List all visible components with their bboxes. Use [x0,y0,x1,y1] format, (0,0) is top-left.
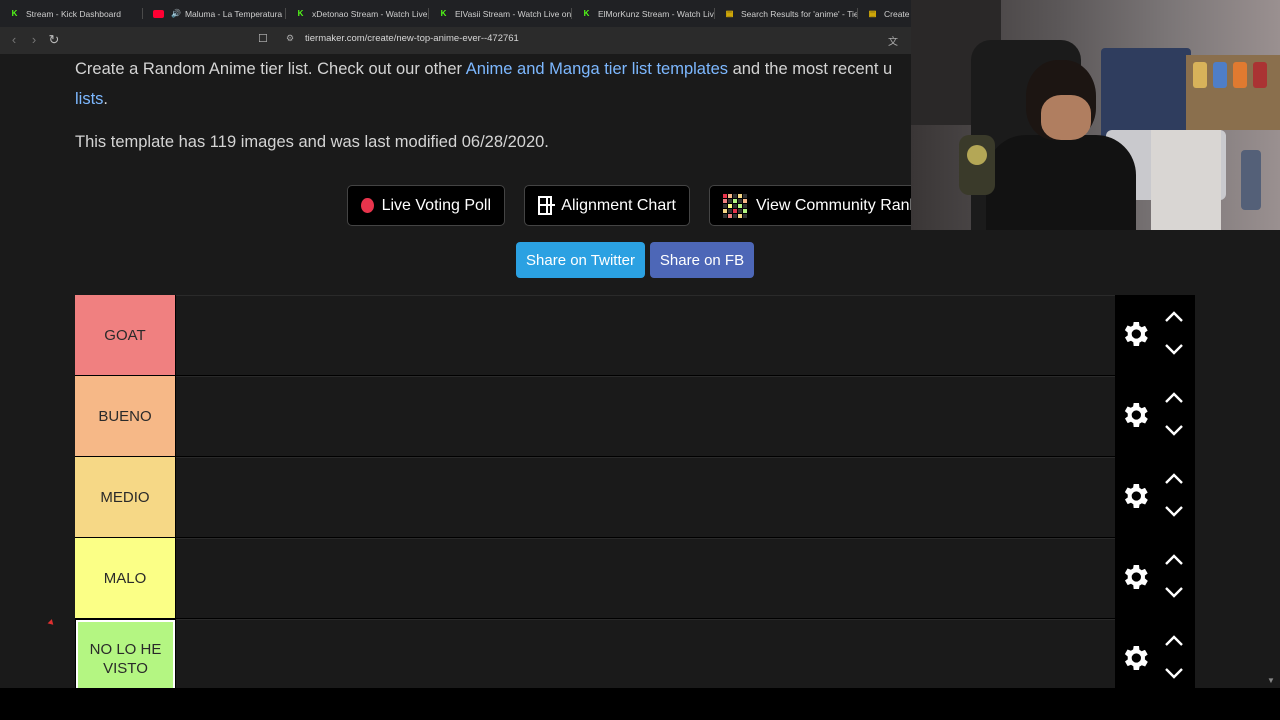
taskbar [0,688,1280,720]
tiermaker-icon: ▤ [725,9,734,18]
tier-drop-zone[interactable] [176,376,1115,456]
tier-drop-zone[interactable] [176,457,1115,537]
alignment-chart-button[interactable]: Alignment Chart [524,185,690,226]
tier-controls [1115,376,1195,456]
gear-icon[interactable] [1119,318,1151,350]
kick-icon: K [11,9,18,18]
youtube-icon [153,9,164,18]
tier-row: BUENO [75,376,1195,457]
tiermaker-icon: ▤ [868,9,877,18]
browser-tab[interactable]: K ElMorKunz Stream - Watch Live [572,0,715,27]
move-down-icon[interactable] [1163,504,1185,518]
tier-controls [1115,619,1195,688]
url-field[interactable]: tiermaker.com/create/new-top-anime-ever-… [305,33,519,44]
tier-row: NO LO HE VISTO [75,619,1195,688]
move-up-icon[interactable] [1163,310,1185,324]
tier-label[interactable]: BUENO [75,376,176,456]
gear-icon[interactable] [1119,561,1151,593]
live-dot-icon [361,198,374,213]
gear-icon[interactable] [1119,480,1151,512]
tier-label[interactable]: MEDIO [75,457,176,537]
share-twitter-button[interactable]: Share on Twitter [516,242,645,278]
browser-tab[interactable]: K Stream - Kick Dashboard [0,0,143,27]
pixel-grid-icon [723,193,747,218]
tier-row: MALO [75,538,1195,619]
move-down-icon[interactable] [1163,666,1185,680]
browser-tab[interactable]: K ElVasii Stream - Watch Live on [429,0,572,27]
bookmark-icon[interactable]: ☐ [258,32,268,45]
tier-row: GOAT [75,295,1195,376]
view-community-rank-button[interactable]: View Community Rank [709,185,918,226]
live-voting-poll-button[interactable]: Live Voting Poll [347,185,505,226]
template-description: Create a Random Anime tier list. Check o… [75,60,893,108]
tier-label[interactable]: MALO [75,538,176,618]
kick-icon: K [583,9,590,18]
gear-icon[interactable] [1119,642,1151,674]
tier-label[interactable]: GOAT [75,295,176,375]
translate-icon[interactable]: 文 [888,33,898,48]
tier-row: MEDIO [75,457,1195,538]
tier-drop-zone[interactable] [176,619,1115,688]
move-up-icon[interactable] [1163,391,1185,405]
kick-icon: K [297,9,304,18]
move-down-icon[interactable] [1163,423,1185,437]
tier-controls [1115,538,1195,618]
webcam-overlay [911,0,1280,230]
tier-drop-zone[interactable] [176,295,1115,375]
browser-tab[interactable]: 🔊 Maluma - La Temperatura ( [143,0,286,27]
browser-tab[interactable]: KxDetonao Stream - Watch Live [286,0,429,27]
tier-drop-zone[interactable] [176,538,1115,618]
move-up-icon[interactable] [1163,634,1185,648]
share-facebook-button[interactable]: Share on FB [650,242,754,278]
tier-controls [1115,457,1195,537]
forward-icon[interactable]: › [26,32,42,48]
reload-icon[interactable]: ↻ [46,32,62,48]
site-info-icon[interactable]: ⚙ [286,33,294,44]
kick-icon: K [440,9,447,18]
move-down-icon[interactable] [1163,585,1185,599]
move-up-icon[interactable] [1163,472,1185,486]
back-icon[interactable]: ‹ [6,32,22,48]
move-down-icon[interactable] [1163,342,1185,356]
anime-manga-templates-link[interactable]: Anime and Manga tier list templates [466,60,728,78]
tier-list: GOAT BUENO MEDIO MALO NO LO HE VISTO [75,295,1195,688]
grid-icon [538,196,556,215]
gear-icon[interactable] [1119,399,1151,431]
tier-controls [1115,295,1195,375]
template-info: This template has 119 images and was las… [75,133,549,151]
browser-tab[interactable]: ▤ Search Results for 'anime' - Tie [715,0,858,27]
recent-lists-link[interactable]: lists [75,90,103,108]
move-up-icon[interactable] [1163,553,1185,567]
tier-label-editing[interactable]: NO LO HE VISTO [75,619,176,688]
scroll-down-arrow-icon[interactable]: ▼ [1267,676,1275,685]
speaker-icon[interactable]: 🔊 [171,9,181,18]
